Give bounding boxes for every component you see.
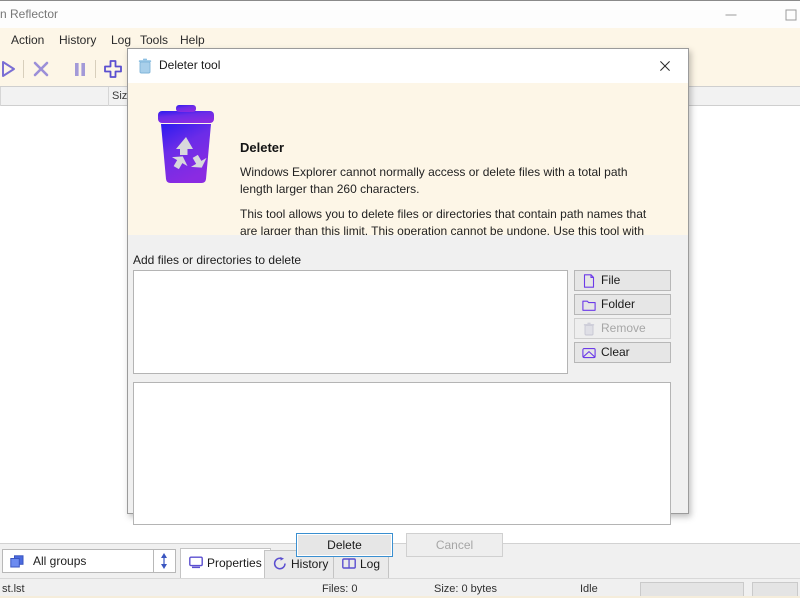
dialog-close-button[interactable] [642,49,688,83]
maximize-icon [785,9,797,21]
add-folder-button[interactable]: Folder [574,294,671,315]
status-file: st.lst [2,583,25,595]
tab-log-label: Log [360,557,381,571]
minimize-button[interactable] [708,1,754,29]
toolbar-run-button[interactable] [0,56,22,82]
cancel-button[interactable]: Cancel [406,533,503,557]
menu-item-action[interactable]: Action [4,28,51,52]
recycle-bin-icon [158,105,214,183]
pause-icon [75,63,85,76]
status-files: Files: 0 [322,583,358,595]
banner-paragraph-1: Windows Explorer cannot normally access … [240,165,628,196]
clear-button[interactable]: Clear [574,342,671,363]
status-size: Size: 0 bytes [434,583,497,595]
group-selector-value: All groups [33,554,87,568]
toolbar-separator-1 [23,60,24,78]
toolbar-add-button[interactable] [100,56,126,82]
tab-properties-label: Properties [207,556,262,570]
bottom-bar: All groups Properties History Log [0,544,800,578]
dialog-banner: Deleter Windows Explorer cannot normally… [128,83,688,255]
toolbar-stop-button[interactable] [28,56,54,82]
stop-icon [33,61,49,77]
output-log-list[interactable] [133,382,671,525]
add-file-label: File [601,273,621,287]
menu-item-history[interactable]: History [52,28,103,52]
column-divider-0[interactable] [0,87,1,106]
column-header-size[interactable]: Siz [112,90,127,102]
remove-label: Remove [601,321,646,335]
deleter-tool-dialog: Deleter tool Deleter Windows Explorer ca… [127,48,689,557]
book-icon [342,558,356,569]
window-titlebar: n Reflector [0,0,800,28]
banner-heading: Deleter [240,140,285,155]
history-icon [273,557,286,570]
trash-icon [583,322,595,336]
files-to-delete-list[interactable] [133,270,568,374]
add-folder-label: Folder [601,297,636,311]
group-spinner[interactable] [154,549,176,573]
add-icon [104,60,122,78]
window-title: n Reflector [0,7,59,21]
toolbar-separator-2 [95,60,96,78]
group-selector[interactable]: All groups [2,549,154,573]
run-icon [2,61,15,77]
status-state: Idle [580,583,598,595]
delete-button[interactable]: Delete [296,533,393,557]
dialog-body: Add files or directories to delete File … [128,235,688,557]
file-icon [583,274,595,288]
dialog-title: Deleter tool [159,58,221,72]
add-file-button[interactable]: File [574,270,671,291]
clear-label: Clear [601,345,630,359]
folder-icon [582,300,596,311]
tab-properties[interactable]: Properties [180,548,271,578]
remove-button[interactable]: Remove [574,318,671,339]
column-divider-1[interactable] [108,87,109,106]
add-files-label: Add files or directories to delete [133,253,302,267]
groups-icon [10,555,24,568]
toolbar-pause-button[interactable] [67,56,93,82]
trash-icon [138,58,152,74]
minimize-icon [725,14,737,16]
up-down-arrow-icon [161,553,167,569]
maximize-button[interactable] [768,1,800,29]
side-button-group: File Folder Remove Clear [574,270,671,366]
inbox-icon [582,348,596,359]
monitor-icon [189,556,203,569]
dialog-titlebar: Deleter tool [128,49,688,83]
tab-history-label: History [291,557,329,571]
